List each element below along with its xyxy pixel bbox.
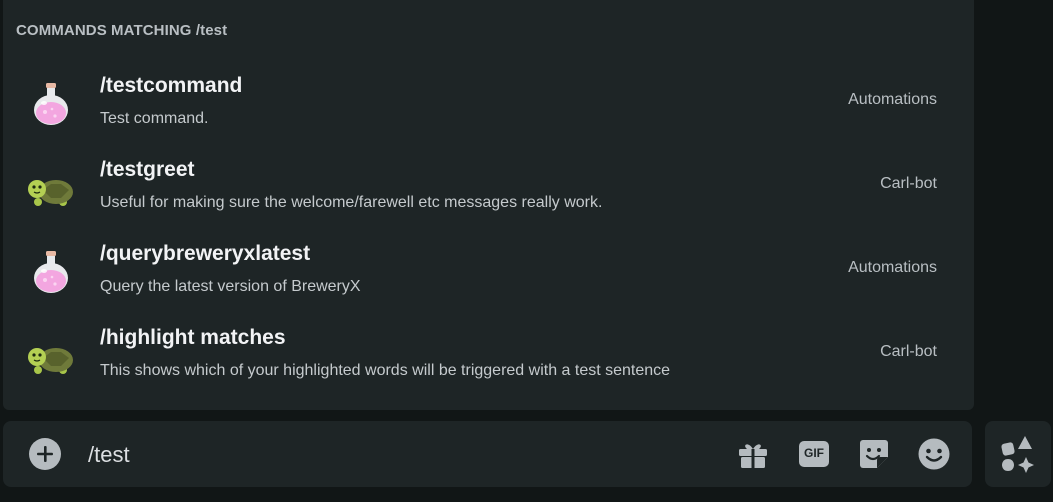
gift-icon[interactable]	[736, 437, 770, 471]
command-name: /highlight matches	[100, 326, 286, 349]
plus-icon	[37, 446, 53, 462]
attach-button[interactable]	[29, 438, 61, 470]
command-source: Carl-bot	[880, 343, 937, 360]
command-description: Query the latest version of BreweryX	[100, 278, 361, 295]
message-input-bar: GIF	[3, 421, 972, 487]
sticker-icon[interactable]	[857, 437, 891, 471]
message-input[interactable]	[88, 441, 688, 469]
command-description: Useful for making sure the welcome/farew…	[100, 194, 603, 211]
gif-label: GIF	[804, 446, 824, 460]
command-source: Carl-bot	[880, 175, 937, 192]
turtle-icon	[28, 348, 73, 374]
command-source: Automations	[848, 259, 937, 276]
command-row-testgreet[interactable]: /testgreet Useful for making sure the we…	[3, 145, 974, 229]
gif-button[interactable]: GIF	[797, 437, 831, 471]
command-name: /testcommand	[100, 74, 243, 97]
command-row-highlight-matches[interactable]: /highlight matches This shows which of y…	[3, 313, 974, 397]
command-suggestions-popup: COMMANDS MATCHING /test /testcommand Tes…	[3, 0, 974, 410]
popup-header: COMMANDS MATCHING /test	[16, 22, 228, 39]
potion-icon	[34, 251, 68, 293]
potion-icon	[34, 83, 68, 125]
apps-button[interactable]	[985, 421, 1051, 487]
command-description: This shows which of your highlighted wor…	[100, 362, 671, 379]
command-name: /testgreet	[100, 158, 195, 181]
command-description: Test command.	[100, 110, 209, 127]
command-name: /querybreweryxlatest	[100, 242, 311, 265]
command-row-testcommand[interactable]: /testcommand Test command. Automations	[3, 61, 974, 145]
command-source: Automations	[848, 91, 937, 108]
turtle-icon	[28, 180, 73, 206]
emoji-icon[interactable]	[917, 437, 951, 471]
apps-icon	[1001, 436, 1034, 473]
command-row-querybreweryxlatest[interactable]: /querybreweryxlatest Query the latest ve…	[3, 229, 974, 313]
